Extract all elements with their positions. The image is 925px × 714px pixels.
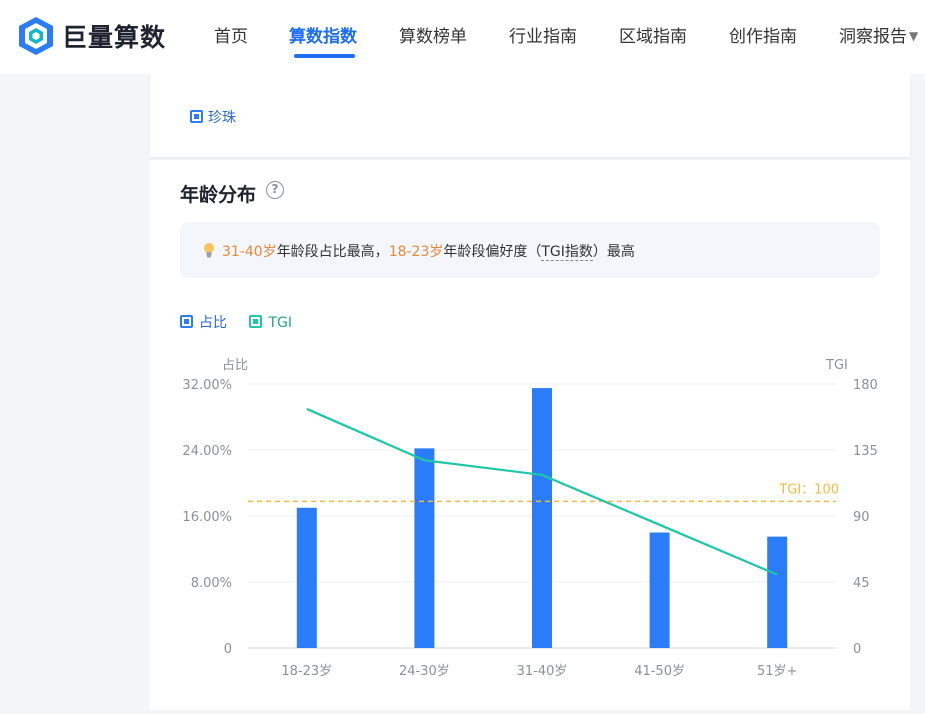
left-axis-title: 占比 xyxy=(222,358,248,373)
left-axis-tick-label: 8.00% xyxy=(191,576,232,591)
nav-item-insight-reports-label: 洞察报告 xyxy=(839,27,907,47)
right-axis-tick-label: 180 xyxy=(853,378,878,393)
top-navigation-bar: 巨量算数 首页 算数指数 算数榜单 行业指南 区域指南 创作指南 洞察报告 ▼ xyxy=(0,0,925,74)
nav-item-insight-reports[interactable]: 洞察报告 ▼ xyxy=(839,22,918,47)
checkbox-icon xyxy=(190,110,203,123)
caret-down-icon: ▼ xyxy=(909,29,919,43)
right-axis-tick-label: 90 xyxy=(853,510,870,525)
nav-item-industry-guide[interactable]: 行业指南 xyxy=(509,22,577,47)
nav-item-creation-guide[interactable]: 创作指南 xyxy=(729,22,797,47)
tgi-reference-label: TGI：100 xyxy=(778,482,839,497)
bar-share xyxy=(414,448,435,648)
left-axis-tick-label: 32.00% xyxy=(182,378,232,393)
keyword-card: 珍珠 xyxy=(150,74,910,157)
right-axis-tick-label: 0 xyxy=(853,642,861,657)
bar-share xyxy=(296,507,317,648)
nav-item-region-guide[interactable]: 区域指南 xyxy=(619,22,687,47)
age-distribution-chart: 0 8.00% 16.00% 24.00% 32.00% 0 45 90 135 180 占比 TGI… xyxy=(182,358,878,679)
right-axis-tick-label: 135 xyxy=(853,444,878,459)
left-axis-tick-label: 16.00% xyxy=(182,510,232,525)
age-distribution-card: 年龄分布 ? 31-40岁年龄段占比最高，18-23岁年龄段偏好度（TGI指数）… xyxy=(150,160,910,710)
bar-share xyxy=(532,388,552,648)
x-axis-tick-label: 41-50岁 xyxy=(634,664,685,679)
bar-share xyxy=(767,536,788,648)
keyword-legend-item[interactable]: 珍珠 xyxy=(190,107,236,127)
left-axis-tick-label: 24.00% xyxy=(182,444,232,459)
nav-item-home[interactable]: 首页 xyxy=(214,22,248,47)
right-axis-title: TGI xyxy=(825,358,848,373)
x-axis-tick-label: 18-23岁 xyxy=(281,664,332,679)
right-axis-tick-label: 45 xyxy=(853,576,870,591)
keyword-legend-label: 珍珠 xyxy=(208,110,236,126)
brand-logo-icon xyxy=(19,17,53,55)
x-axis-tick-label: 24-30岁 xyxy=(399,664,450,679)
nav-item-index[interactable]: 算数指数 xyxy=(289,22,357,47)
brand-logo[interactable]: 巨量算数 xyxy=(18,14,166,58)
nav-item-rankings[interactable]: 算数榜单 xyxy=(399,22,467,47)
bar-share xyxy=(649,532,670,648)
active-tab-indicator xyxy=(294,54,355,58)
left-axis-tick-label: 0 xyxy=(224,642,232,657)
x-axis-tick-label: 51岁+ xyxy=(757,664,797,679)
x-axis-tick-label: 31-40岁 xyxy=(517,664,568,679)
brand-name: 巨量算数 xyxy=(62,23,167,52)
